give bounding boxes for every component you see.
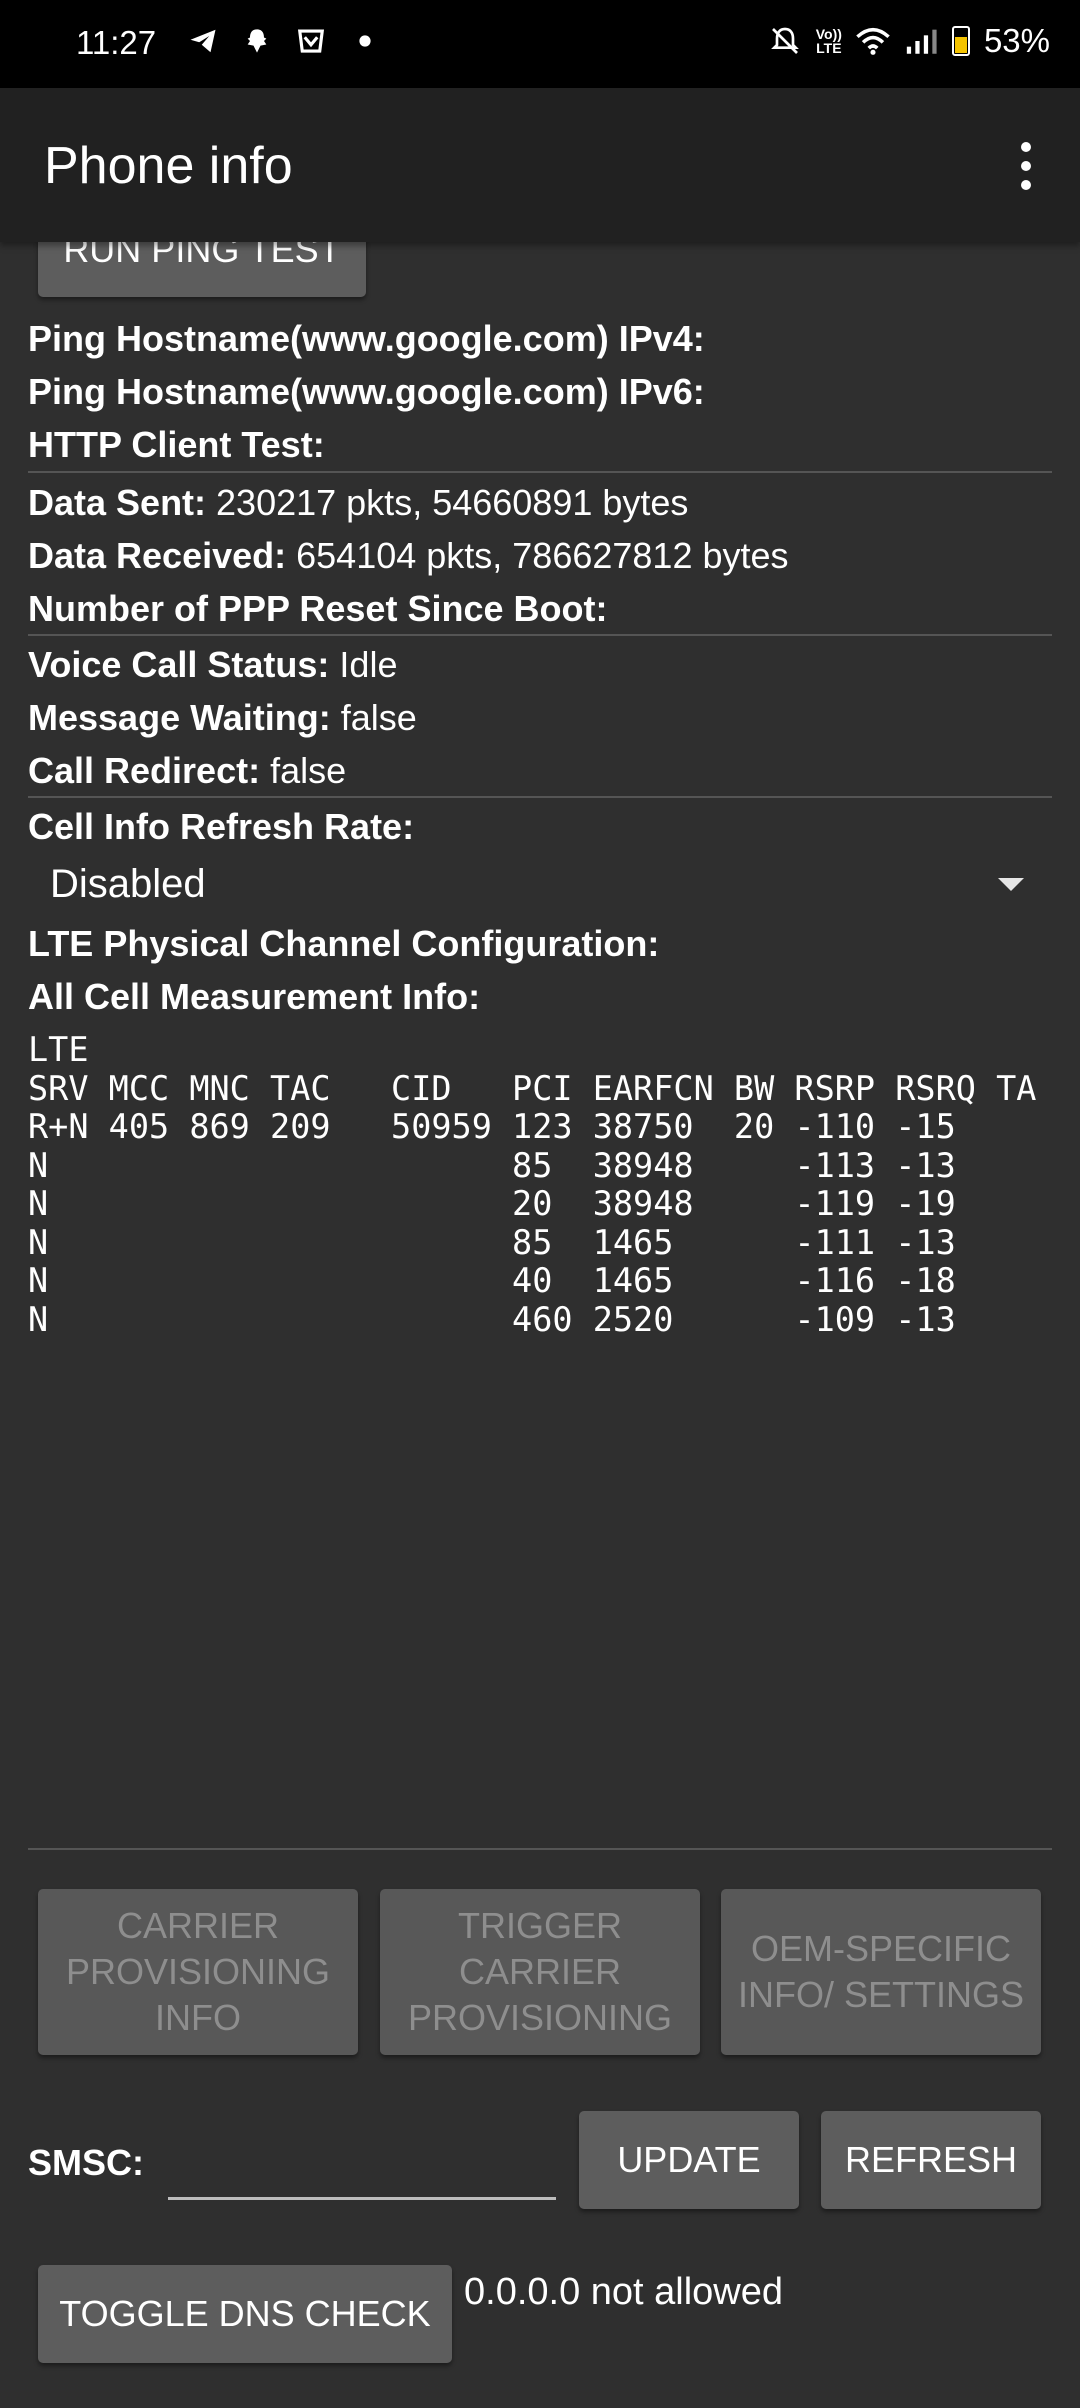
system-icons: Vo)) LTE 53%	[768, 22, 1050, 60]
lte-phys-config-row: LTE Physical Channel Configuration:	[28, 923, 660, 964]
battery-percent: 53%	[983, 22, 1050, 59]
notification-icons	[186, 24, 382, 58]
dropdown-arrow-icon	[998, 878, 1024, 891]
refresh-rate-label: Cell Info Refresh Rate:	[28, 806, 415, 847]
smsc-input[interactable]	[168, 2137, 556, 2200]
smsc-label: SMSC:	[28, 2142, 144, 2183]
data-sent-row: Data Sent: 230217 pkts, 54660891 bytes	[28, 482, 689, 523]
carrier-provisioning-info-button[interactable]: CARRIER PROVISIONING INFO	[38, 1889, 358, 2055]
refresh-button[interactable]: REFRESH	[821, 2111, 1041, 2209]
volte-icon: Vo)) LTE	[815, 26, 842, 56]
battery-icon	[951, 26, 970, 56]
divider	[28, 796, 1052, 798]
overflow-menu-icon[interactable]	[998, 138, 1054, 194]
mute-bell-icon	[768, 24, 802, 58]
divider	[28, 1848, 1052, 1850]
wifi-icon	[856, 24, 890, 58]
voice-call-row: Voice Call Status: Idle	[28, 644, 398, 685]
cell-measurement-table: LTE SRV MCC MNC TAC CID PCI EARFCN BW RS…	[28, 1030, 1037, 1339]
ppp-reset-row: Number of PPP Reset Since Boot:	[28, 588, 608, 629]
toggle-dns-check-button[interactable]: TOGGLE DNS CHECK	[38, 2265, 452, 2363]
refresh-rate-spinner[interactable]: Disabled	[28, 854, 1052, 914]
telegram-icon	[186, 24, 220, 58]
app-notification-icon	[294, 24, 328, 58]
page-title: Phone info	[44, 137, 293, 195]
status-time: 11:27	[76, 24, 157, 61]
message-waiting-row: Message Waiting: false	[28, 697, 417, 738]
trigger-carrier-provisioning-button[interactable]: TRIGGER CARRIER PROVISIONING	[380, 1889, 700, 2055]
status-bar: 11:27 Vo)) LTE 53%	[0, 0, 1080, 88]
snapchat-like-icon	[240, 24, 274, 58]
divider	[28, 471, 1052, 473]
call-redirect-row: Call Redirect: false	[28, 750, 347, 791]
content-scroll[interactable]: RUN PING TEST Ping Hostname(www.google.c…	[0, 242, 1080, 2408]
more-notifications-dot-icon	[348, 24, 382, 58]
http-client-row: HTTP Client Test:	[28, 424, 325, 465]
run-ping-test-button[interactable]: RUN PING TEST	[38, 242, 366, 297]
app-bar: Phone info	[0, 88, 1080, 242]
refresh-rate-value: Disabled	[50, 862, 206, 906]
data-received-row: Data Received: 654104 pkts, 786627812 by…	[28, 535, 789, 576]
all-cell-info-row: All Cell Measurement Info:	[28, 976, 481, 1017]
signal-icon	[904, 24, 938, 58]
update-button[interactable]: UPDATE	[579, 2111, 799, 2209]
divider	[28, 634, 1052, 636]
ping-ipv6-row: Ping Hostname(www.google.com) IPv6:	[28, 371, 705, 412]
ping-ipv4-row: Ping Hostname(www.google.com) IPv4:	[28, 318, 705, 359]
dns-check-status: 0.0.0.0 not allowed	[464, 2271, 784, 2313]
oem-specific-settings-button[interactable]: OEM-SPECIFIC INFO/ SETTINGS	[721, 1889, 1041, 2055]
